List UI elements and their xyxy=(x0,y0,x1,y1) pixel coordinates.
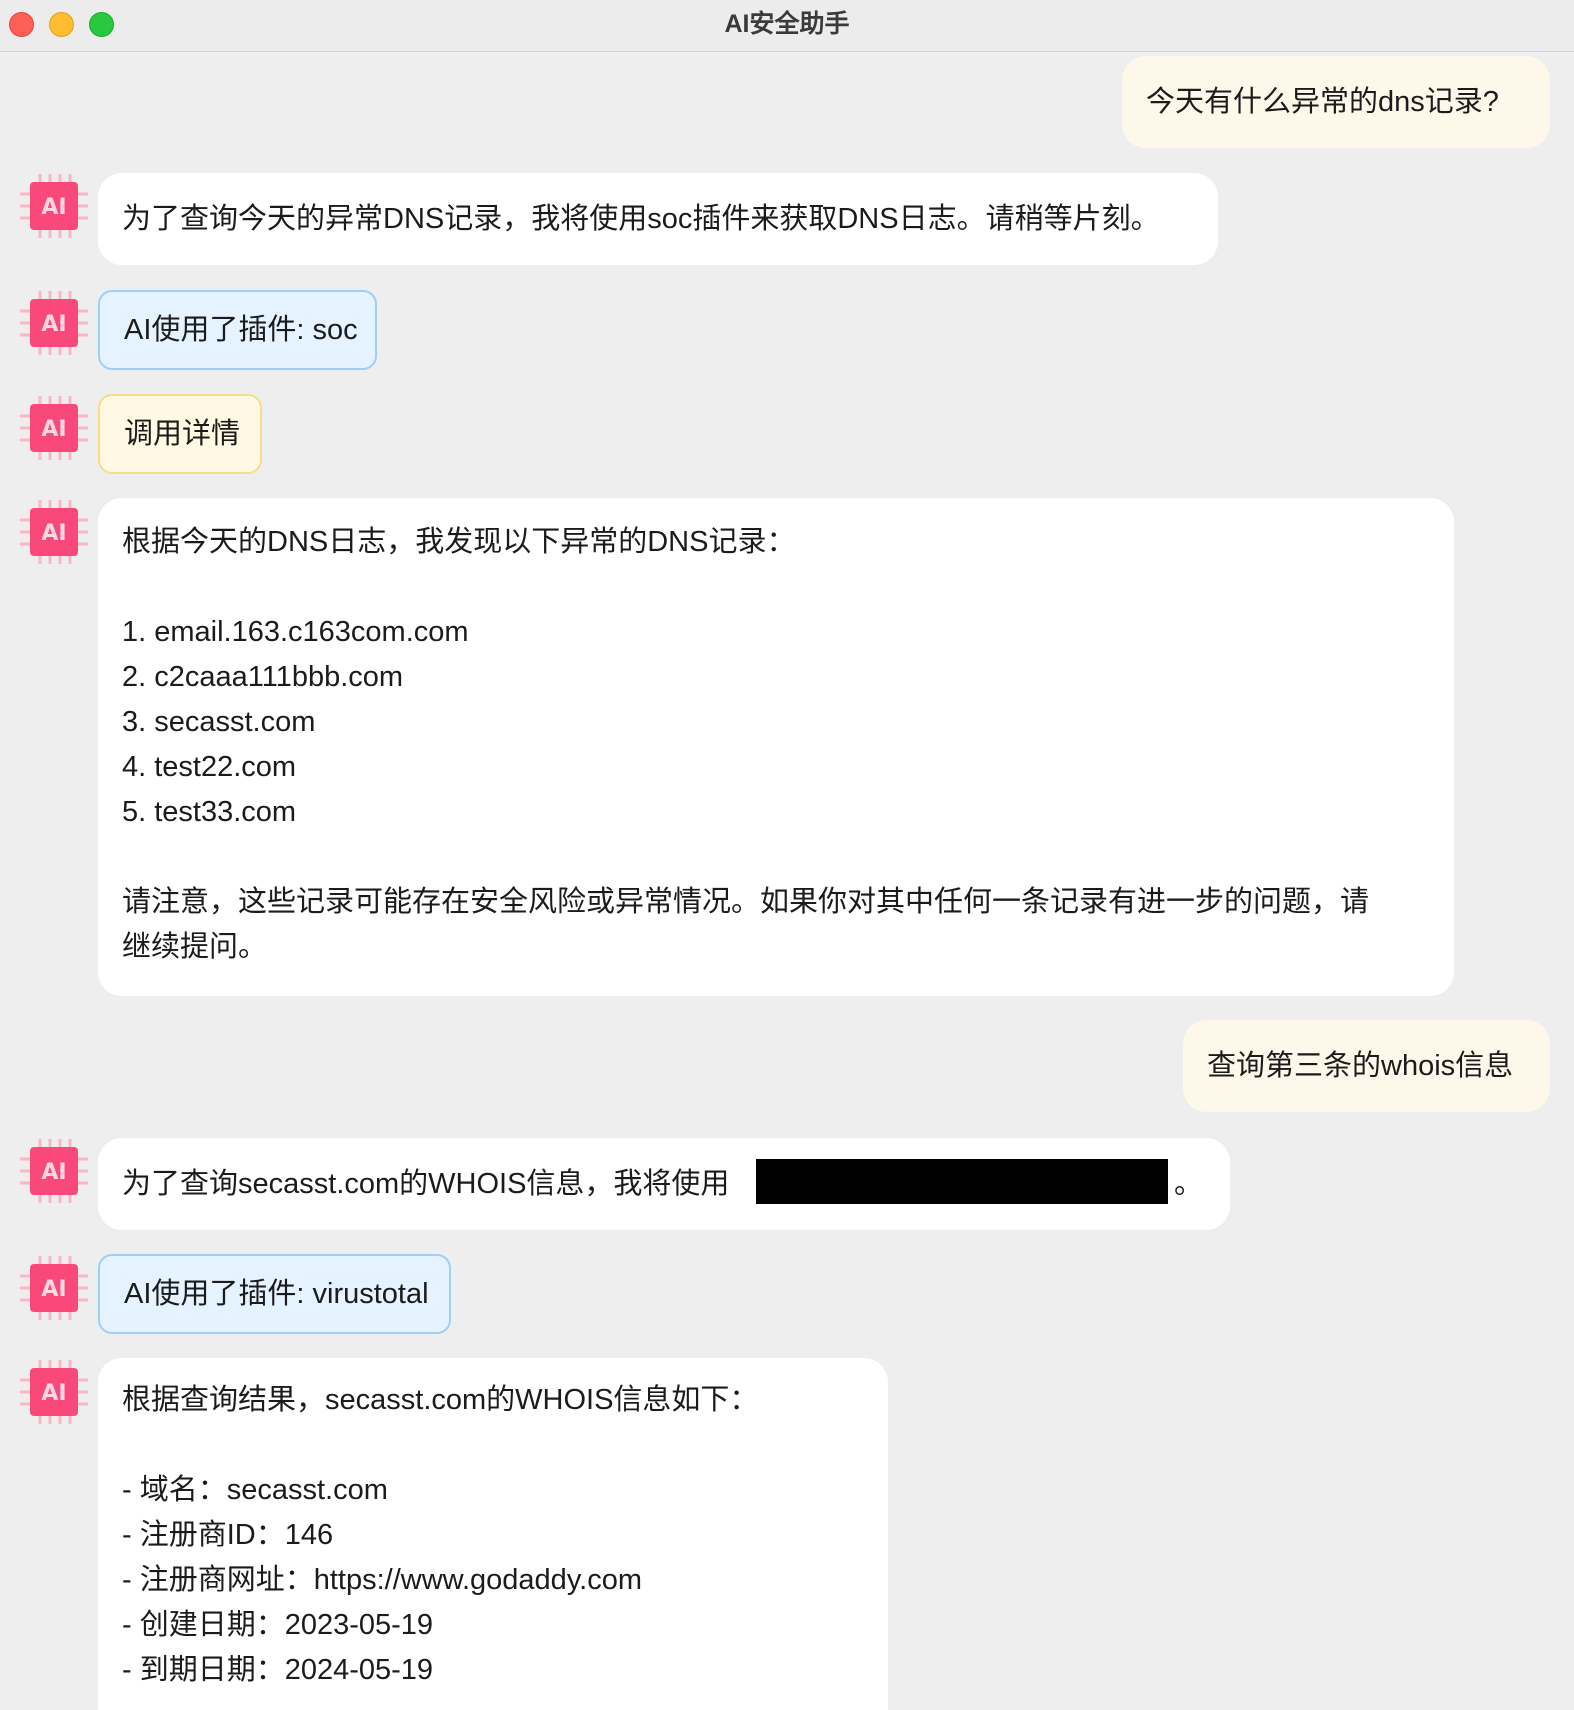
call-details-button[interactable]: 调用详情 xyxy=(98,394,262,474)
ai-chip-icon: AI xyxy=(20,1358,88,1426)
svg-text:AI: AI xyxy=(41,195,66,220)
user-message: 查询第三条的whois信息 xyxy=(1183,1020,1550,1112)
plugin-used-text: AI使用了插件: virustotal xyxy=(124,1278,429,1310)
title-bar: AI安全助手 xyxy=(0,0,1574,52)
ai-message: 根据查询结果，secasst.com的WHOIS信息如下： - 域名：secas… xyxy=(98,1358,888,1710)
dns-record-item: 1. email.163.c163com.com xyxy=(122,616,469,648)
call-details-label: 调用详情 xyxy=(124,418,241,450)
ai-chip-icon: AI xyxy=(20,394,88,462)
ai-message-note-cont: 继续提问。 xyxy=(122,931,268,963)
user-message: 今天有什么异常的dns记录? xyxy=(1122,56,1550,148)
plugin-used-badge: AI使用了插件: soc xyxy=(98,290,377,370)
ai-message-text-end: 。 xyxy=(1174,1168,1204,1200)
ai-message: 根据今天的DNS日志，我发现以下异常的DNS记录： 1. email.163.c… xyxy=(98,498,1454,996)
ai-chip-icon: AI xyxy=(20,1254,88,1322)
dns-record-item: 2. c2caaa111bbb.com xyxy=(122,661,404,693)
ai-message: 为了查询secasst.com的WHOIS信息，我将使用 。 xyxy=(98,1138,1230,1230)
ai-message-note: 请注意，这些记录可能存在安全风险或异常情况。如果你对其中任何一条记录有进一步的问… xyxy=(122,886,1370,918)
whois-field: - 注册商ID：146 xyxy=(122,1519,334,1551)
svg-text:AI: AI xyxy=(41,1160,66,1185)
whois-field: - 到期日期：2024-05-19 xyxy=(122,1654,434,1686)
whois-field: - 创建日期：2023-05-19 xyxy=(122,1609,434,1641)
ai-message-intro: 根据查询结果，secasst.com的WHOIS信息如下： xyxy=(122,1384,759,1416)
svg-text:AI: AI xyxy=(41,1381,66,1406)
ai-chip-icon: AI xyxy=(20,498,88,566)
ai-chip-icon: AI xyxy=(20,172,88,240)
user-message-text: 今天有什么异常的dns记录? xyxy=(1146,86,1499,118)
ai-message-text: 为了查询secasst.com的WHOIS信息，我将使用 xyxy=(122,1168,730,1200)
ai-message-intro: 根据今天的DNS日志，我发现以下异常的DNS记录： xyxy=(122,526,796,558)
ai-chip-icon: AI xyxy=(20,289,88,357)
plugin-used-text: AI使用了插件: soc xyxy=(124,314,358,346)
svg-text:AI: AI xyxy=(41,1277,66,1302)
app-window: AI安全助手 今天有什么异常的dns记录? AI 为了查询今天的异常DNS记录，… xyxy=(0,0,1574,1710)
svg-text:AI: AI xyxy=(41,417,66,442)
whois-field: - 域名：secasst.com xyxy=(122,1474,388,1506)
svg-text:AI: AI xyxy=(41,521,66,546)
window-title: AI安全助手 xyxy=(724,10,850,38)
svg-text:AI: AI xyxy=(41,312,66,337)
plugin-used-badge: AI使用了插件: virustotal xyxy=(98,1254,451,1334)
redaction-bar xyxy=(756,1159,1168,1204)
ai-message-text: 为了查询今天的异常DNS记录，我将使用soc插件来获取DNS日志。请稍等片刻。 xyxy=(122,203,1160,235)
chat-area[interactable]: 今天有什么异常的dns记录? AI 为了查询今天的异常DNS记录，我将使用soc… xyxy=(0,52,1574,1710)
whois-field: - 注册商网址：https://www.godaddy.com xyxy=(122,1564,643,1596)
ai-message: 为了查询今天的异常DNS记录，我将使用soc插件来获取DNS日志。请稍等片刻。 xyxy=(98,173,1218,265)
dns-record-item: 4. test22.com xyxy=(122,751,297,783)
dns-record-item: 5. test33.com xyxy=(122,796,297,828)
dns-record-item: 3. secasst.com xyxy=(122,706,316,738)
ai-chip-icon: AI xyxy=(20,1137,88,1205)
user-message-text: 查询第三条的whois信息 xyxy=(1207,1050,1514,1082)
